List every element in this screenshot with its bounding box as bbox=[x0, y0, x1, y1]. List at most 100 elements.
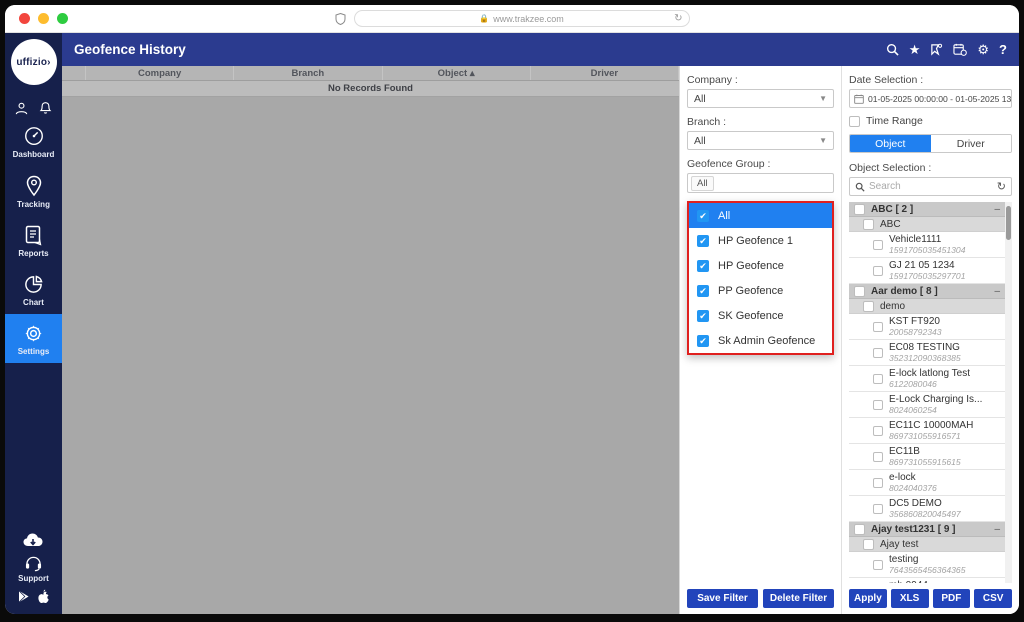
geofence-group-chip[interactable]: All bbox=[691, 176, 714, 191]
star-icon[interactable]: ★ bbox=[909, 43, 921, 56]
sidebar-item-tracking[interactable]: Tracking bbox=[5, 166, 62, 216]
vehicle-row[interactable]: DC5 DEMO356860820045497 bbox=[849, 496, 1005, 522]
geofence-option[interactable]: ✔SK Geofence bbox=[689, 303, 832, 328]
checkbox-icon[interactable]: ✔ bbox=[697, 285, 709, 297]
checkbox-icon[interactable]: ✔ bbox=[697, 335, 709, 347]
uffizio-logo[interactable]: uffizio› bbox=[11, 39, 57, 85]
pdf-button[interactable]: PDF bbox=[933, 589, 971, 608]
vehicle-checkbox[interactable] bbox=[873, 560, 883, 570]
geofence-option[interactable]: ✔PP Geofence bbox=[689, 278, 832, 303]
subgroup-checkbox[interactable] bbox=[863, 219, 874, 230]
apply-button[interactable]: Apply bbox=[849, 589, 887, 608]
bell-icon[interactable] bbox=[38, 101, 53, 116]
company-select[interactable]: All ▼ bbox=[687, 89, 834, 108]
group-checkbox[interactable] bbox=[854, 524, 865, 535]
subgroup-checkbox[interactable] bbox=[863, 539, 874, 550]
vehicle-checkbox[interactable] bbox=[873, 478, 883, 488]
tree-scrollbar-thumb[interactable] bbox=[1006, 206, 1011, 240]
checkbox-icon[interactable]: ✔ bbox=[697, 210, 709, 222]
object-group-row[interactable]: Aar demo [ 8 ]– bbox=[849, 284, 1005, 299]
group-checkbox[interactable] bbox=[854, 286, 865, 297]
vehicle-checkbox[interactable] bbox=[873, 374, 883, 384]
zoom-window-button[interactable] bbox=[57, 13, 68, 24]
time-range-checkbox[interactable] bbox=[849, 116, 860, 127]
column-header-driver[interactable]: Driver bbox=[531, 66, 679, 80]
shield-icon[interactable] bbox=[335, 13, 346, 25]
vehicle-checkbox[interactable] bbox=[873, 348, 883, 358]
help-icon[interactable]: ? bbox=[999, 43, 1007, 56]
object-group-row[interactable]: Ajay test1231 [ 9 ]– bbox=[849, 522, 1005, 537]
poi-icon[interactable] bbox=[930, 43, 943, 56]
vehicle-row[interactable]: Vehicle11111591705035451304 bbox=[849, 232, 1005, 258]
sidebar-item-label: Tracking bbox=[17, 200, 50, 209]
address-bar[interactable]: 🔒 www.trakzee.com ↻ bbox=[354, 10, 690, 27]
checkbox-icon[interactable]: ✔ bbox=[697, 310, 709, 322]
collapse-icon[interactable]: – bbox=[994, 204, 1000, 215]
vehicle-name: EC11B bbox=[889, 446, 961, 457]
checkbox-icon[interactable]: ✔ bbox=[697, 260, 709, 272]
vehicle-row[interactable]: E-Lock Charging Is...8024060254 bbox=[849, 392, 1005, 418]
vehicle-checkbox[interactable] bbox=[873, 240, 883, 250]
vehicle-row[interactable]: GJ 21 05 12341591705035297701 bbox=[849, 258, 1005, 284]
sidebar-item-chart[interactable]: Chart bbox=[5, 265, 62, 314]
close-window-button[interactable] bbox=[19, 13, 30, 24]
logo-text: uffizio bbox=[16, 57, 47, 68]
apple-icon[interactable] bbox=[37, 589, 50, 604]
column-header-object[interactable]: Object ▴ bbox=[383, 66, 531, 80]
branch-select[interactable]: All ▼ bbox=[687, 131, 834, 150]
column-header-branch[interactable]: Branch bbox=[234, 66, 382, 80]
vehicle-checkbox[interactable] bbox=[873, 322, 883, 332]
geofence-option[interactable]: ✔All bbox=[689, 203, 832, 228]
geofence-option[interactable]: ✔HP Geofence 1 bbox=[689, 228, 832, 253]
vehicle-checkbox[interactable] bbox=[873, 426, 883, 436]
vehicle-checkbox[interactable] bbox=[873, 400, 883, 410]
collapse-icon[interactable]: – bbox=[994, 524, 1000, 535]
user-icon[interactable] bbox=[14, 101, 29, 116]
scheduled-report-icon[interactable] bbox=[953, 43, 967, 56]
support-item[interactable]: Support bbox=[18, 555, 49, 583]
minimize-window-button[interactable] bbox=[38, 13, 49, 24]
vehicle-row[interactable]: mh 09441591726117918024 bbox=[849, 578, 1005, 583]
object-search-input[interactable] bbox=[869, 181, 993, 192]
tab-driver[interactable]: Driver bbox=[931, 135, 1012, 152]
sidebar-item-reports[interactable]: Reports bbox=[5, 216, 62, 265]
object-subgroup-row[interactable]: demo bbox=[849, 299, 1005, 314]
geofence-option[interactable]: ✔Sk Admin Geofence bbox=[689, 328, 832, 353]
xls-button[interactable]: XLS bbox=[891, 589, 929, 608]
sidebar-item-settings[interactable]: Settings bbox=[5, 314, 62, 363]
reload-icon[interactable]: ↻ bbox=[674, 13, 682, 24]
object-group-row[interactable]: ABC [ 2 ]– bbox=[849, 202, 1005, 217]
time-range-option[interactable]: Time Range bbox=[849, 115, 1012, 127]
date-range-input[interactable]: 01-05-2025 00:00:00 - 01-05-2025 13:41 bbox=[849, 89, 1012, 108]
vehicle-checkbox[interactable] bbox=[873, 504, 883, 514]
tab-object[interactable]: Object bbox=[850, 135, 931, 152]
object-subgroup-row[interactable]: ABC bbox=[849, 217, 1005, 232]
object-subgroup-row[interactable]: Ajay test bbox=[849, 537, 1005, 552]
group-checkbox[interactable] bbox=[854, 204, 865, 215]
vehicle-checkbox[interactable] bbox=[873, 266, 883, 276]
geofence-option[interactable]: ✔HP Geofence bbox=[689, 253, 832, 278]
csv-button[interactable]: CSV bbox=[974, 589, 1012, 608]
vehicle-row[interactable]: testing7643565456364365 bbox=[849, 552, 1005, 578]
gear-icon[interactable]: ⚙ bbox=[977, 43, 989, 56]
save-filter-button[interactable]: Save Filter bbox=[687, 589, 758, 608]
vehicle-row[interactable]: EC11B869731055915615 bbox=[849, 444, 1005, 470]
subgroup-checkbox[interactable] bbox=[863, 301, 874, 312]
cloud-download-icon[interactable] bbox=[22, 531, 46, 549]
vehicle-checkbox[interactable] bbox=[873, 452, 883, 462]
vehicle-row[interactable]: EC08 TESTING352312090368385 bbox=[849, 340, 1005, 366]
vehicle-row[interactable]: KST FT92020058792343 bbox=[849, 314, 1005, 340]
refresh-icon[interactable]: ↻ bbox=[997, 180, 1006, 193]
tree-scrollbar[interactable] bbox=[1005, 202, 1012, 583]
search-icon[interactable] bbox=[886, 43, 899, 56]
collapse-icon[interactable]: – bbox=[994, 286, 1000, 297]
column-header-company[interactable]: Company bbox=[86, 66, 234, 80]
google-play-icon[interactable] bbox=[18, 590, 30, 603]
delete-filter-button[interactable]: Delete Filter bbox=[763, 589, 834, 608]
sidebar-item-dashboard[interactable]: Dashboard bbox=[5, 116, 62, 166]
vehicle-row[interactable]: E-lock latlong Test6122080046 bbox=[849, 366, 1005, 392]
checkbox-icon[interactable]: ✔ bbox=[697, 235, 709, 247]
geofence-group-input[interactable]: All bbox=[687, 173, 834, 193]
vehicle-row[interactable]: EC11C 10000MAH869731055916571 bbox=[849, 418, 1005, 444]
vehicle-row[interactable]: e-lock8024040376 bbox=[849, 470, 1005, 496]
